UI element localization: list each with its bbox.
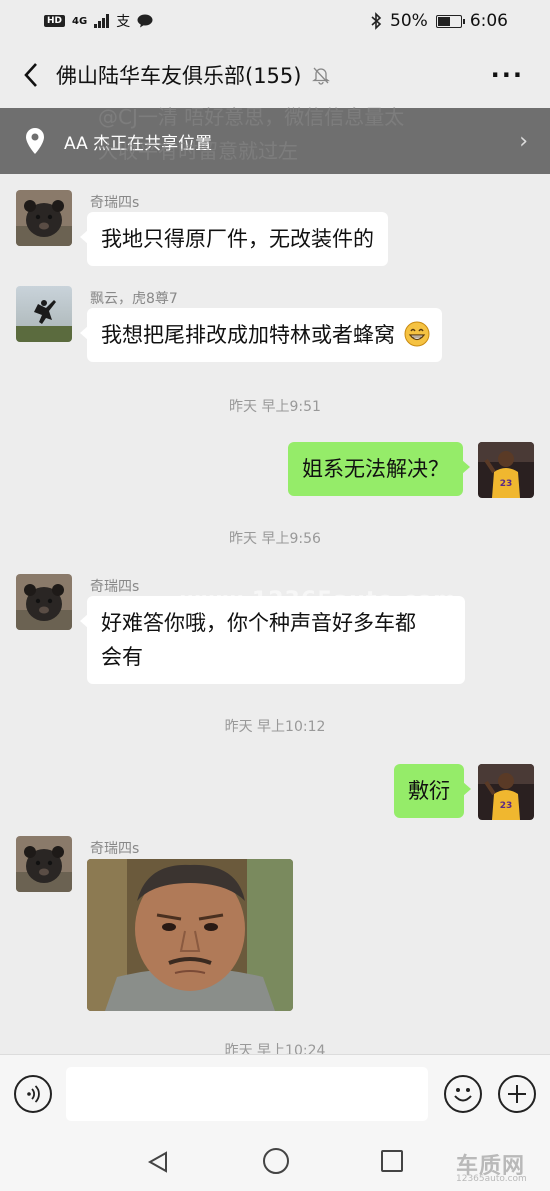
status-bar: HD 4G 支 50% 6:06 bbox=[0, 0, 550, 42]
plus-icon bbox=[508, 1085, 526, 1103]
sender-name: 奇瑞四s bbox=[90, 195, 140, 211]
avatar-qiruisis[interactable] bbox=[16, 836, 72, 892]
avatar-self[interactable]: 23 bbox=[478, 442, 534, 498]
emoji-button[interactable] bbox=[444, 1075, 482, 1113]
message-text: 我想把尾排改成加特林或者蜂窝 bbox=[101, 323, 395, 347]
chat-app-icon bbox=[137, 14, 153, 28]
nav-back-icon[interactable] bbox=[146, 1150, 170, 1174]
message-bubble[interactable]: 好难答你哦，你个种声音好多车都 会有 bbox=[80, 596, 465, 684]
avatar-qiruisis[interactable] bbox=[16, 574, 72, 630]
battery-fill bbox=[437, 16, 450, 26]
back-icon[interactable] bbox=[16, 60, 46, 90]
avatar-self[interactable]: 23 bbox=[478, 764, 534, 820]
location-sharing-banner[interactable]: AA 杰正在共享位置 › bbox=[0, 108, 550, 174]
location-banner-text: AA 杰正在共享位置 bbox=[64, 133, 213, 154]
title-bar: 佛山陆华车友俱乐部(155) ··· bbox=[0, 42, 550, 108]
nav-home-icon[interactable] bbox=[263, 1148, 289, 1174]
meme-face-image bbox=[87, 859, 293, 1011]
image-message[interactable] bbox=[87, 859, 293, 1011]
pay-icon: 支 bbox=[116, 14, 131, 30]
location-pin-icon bbox=[26, 128, 44, 154]
sender-name: 奇瑞四s bbox=[90, 841, 140, 857]
brand-url: 12365auto.com bbox=[456, 1174, 527, 1184]
network-type: 4G bbox=[72, 15, 88, 27]
message-text-line: 会有 bbox=[101, 645, 143, 669]
message-text-line: 好难答你哦，你个种声音好多车都 bbox=[101, 611, 416, 635]
bluetooth-icon bbox=[371, 12, 382, 30]
voice-input-button[interactable] bbox=[14, 1075, 52, 1113]
voice-icon bbox=[27, 1085, 40, 1103]
input-bar bbox=[0, 1054, 550, 1134]
more-functions-button[interactable] bbox=[498, 1075, 536, 1113]
hd-badge: HD bbox=[44, 15, 66, 27]
sender-name: 飘云，虎8尊7 bbox=[90, 291, 178, 307]
message-input[interactable] bbox=[66, 1067, 428, 1121]
message-bubble[interactable]: 我想把尾排改成加特林或者蜂窝 bbox=[80, 308, 442, 362]
battery-percent: 50% bbox=[390, 11, 428, 31]
timestamp: 昨天 早上10:12 bbox=[224, 719, 326, 735]
svg-text:23: 23 bbox=[500, 479, 513, 489]
nav-recent-apps-icon[interactable] bbox=[381, 1150, 403, 1172]
smiley-icon bbox=[454, 1088, 472, 1102]
battery-icon bbox=[435, 14, 465, 28]
status-right: 50% 6:06 bbox=[370, 11, 508, 31]
message-bubble-self[interactable]: 姐系无法解决？ bbox=[288, 442, 470, 496]
avatar-qiruisis[interactable] bbox=[16, 190, 72, 246]
more-options-icon[interactable]: ··· bbox=[491, 61, 534, 89]
message-list[interactable]: 奇瑞四s 我地只得原厂件，无改装件的 飘云，虎8尊7 我想把尾排改成加特林或者蜂… bbox=[0, 174, 550, 1054]
timestamp: 昨天 早上9:51 bbox=[229, 399, 321, 415]
mute-bell-icon bbox=[312, 67, 331, 85]
timestamp: 昨天 早上10:24 bbox=[224, 1043, 326, 1054]
svg-text:23: 23 bbox=[500, 801, 513, 811]
status-left: HD 4G 支 bbox=[44, 11, 153, 31]
message-bubble-self[interactable]: 敷衍 bbox=[394, 764, 471, 818]
grinning-emoji-icon bbox=[404, 321, 430, 347]
clock: 6:06 bbox=[469, 11, 508, 31]
sender-name: 奇瑞四s bbox=[90, 579, 140, 595]
system-nav-bar: 车质网 12365auto.com bbox=[0, 1134, 550, 1191]
timestamp: 昨天 早上9:56 bbox=[229, 531, 321, 547]
chat-title: 佛山陆华车友俱乐部(155) bbox=[56, 64, 302, 88]
chevron-right-icon: › bbox=[519, 128, 528, 154]
message-bubble[interactable]: 我地只得原厂件，无改装件的 bbox=[80, 212, 388, 266]
avatar-piaoyun[interactable] bbox=[16, 286, 72, 342]
signal-icon bbox=[94, 14, 110, 28]
